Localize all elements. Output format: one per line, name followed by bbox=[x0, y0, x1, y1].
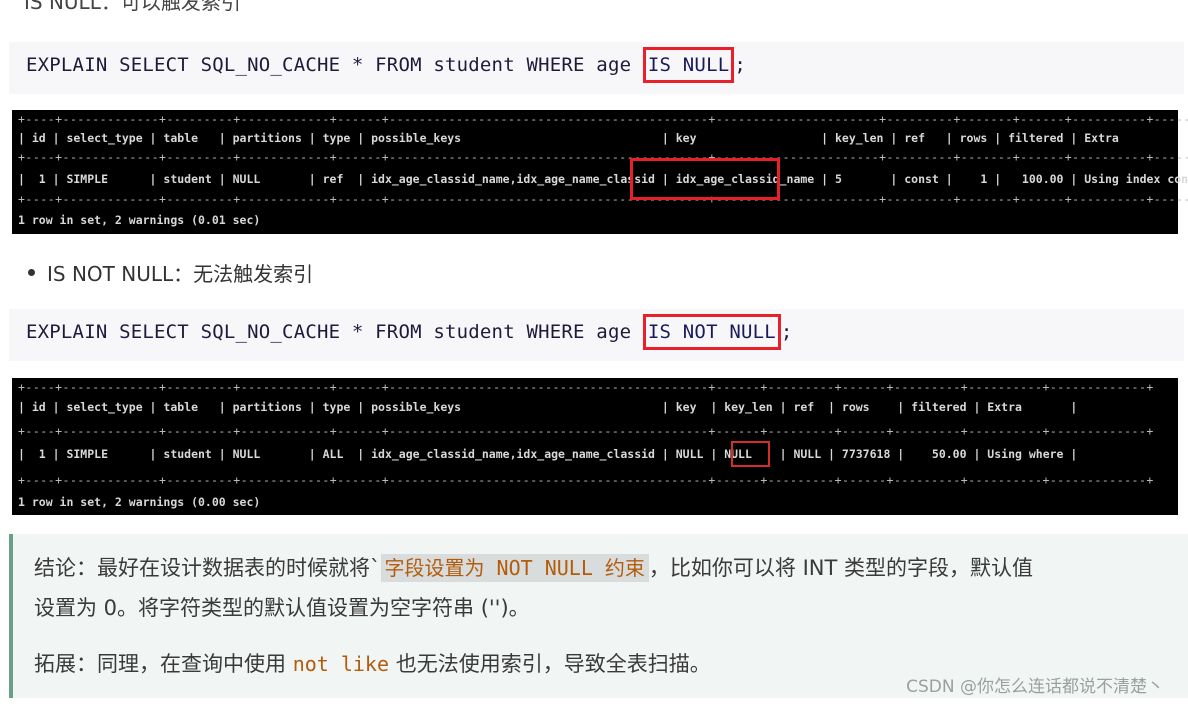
code-block-query-2: EXPLAIN SELECT SQL_NO_CACHE * FROM stude… bbox=[9, 309, 1184, 361]
conclusion-line-2: 设置为 0。将字符类型的默认值设置为空字符串 ('')。 bbox=[34, 596, 530, 620]
extension-line: 拓展：同理，在查询中使用 not like 也无法使用索引，导致全表扫描。 bbox=[34, 652, 711, 676]
table-border: +----+-------------+---------+----------… bbox=[18, 380, 1154, 394]
csdn-watermark: CSDN @你怎么连话都说不清楚丶 bbox=[906, 677, 1164, 697]
table-header-row: | id | select_type | table | partitions … bbox=[18, 400, 1078, 414]
result-footer: 1 row in set, 2 warnings (0.01 sec) bbox=[18, 213, 261, 227]
inline-code-not-null[interactable]: 字段设置为 NOT NULL 约束 bbox=[380, 554, 649, 582]
highlight-is-not-null: IS NOT NULL bbox=[642, 314, 781, 350]
table-border: +----+-------------+---------+----------… bbox=[18, 424, 1154, 438]
explain-result-2: +----+-------------+---------+----------… bbox=[12, 378, 1178, 515]
table-border: +----+-------------+---------+----------… bbox=[18, 112, 1188, 126]
table-border: +----+-------------+---------+----------… bbox=[18, 473, 1154, 487]
bullet-is-null: IS NULL：可以触发索引 bbox=[24, 0, 241, 15]
key-null-highlight-box bbox=[731, 441, 770, 467]
table-border: +----+-------------+---------+----------… bbox=[18, 192, 1188, 206]
key-highlight-box bbox=[630, 158, 780, 200]
bullet-dot-icon bbox=[28, 269, 35, 276]
code-block-query-1: EXPLAIN SELECT SQL_NO_CACHE * FROM stude… bbox=[9, 42, 1184, 94]
table-border: +----+-------------+---------+----------… bbox=[18, 150, 1188, 164]
highlight-is-null: IS NULL bbox=[642, 47, 735, 83]
sql-query-1: EXPLAIN SELECT SQL_NO_CACHE * FROM stude… bbox=[26, 47, 746, 83]
explain-result-1: +----+-------------+---------+----------… bbox=[12, 110, 1188, 234]
table-header-row: | id | select_type | table | partitions … bbox=[18, 131, 1188, 145]
sql-query-2: EXPLAIN SELECT SQL_NO_CACHE * FROM stude… bbox=[26, 314, 793, 350]
bullet-text: IS NOT NULL：无法触发索引 bbox=[47, 262, 314, 286]
bullet-text: IS NULL：可以触发索引 bbox=[24, 0, 241, 14]
bullet-is-not-null: IS NOT NULL：无法触发索引 bbox=[28, 258, 313, 287]
table-row: | 1 | SIMPLE | student | NULL | ref | id… bbox=[18, 172, 1188, 186]
inline-code-not-like: not like bbox=[292, 652, 390, 676]
table-row: | 1 | SIMPLE | student | NULL | ALL | id… bbox=[18, 447, 1078, 461]
conclusion-line-1: 结论：最好在设计数据表的时候就将` 字段设置为 NOT NULL 约束 ，比如你可以… bbox=[34, 554, 1034, 582]
result-footer: 1 row in set, 2 warnings (0.00 sec) bbox=[18, 495, 261, 509]
